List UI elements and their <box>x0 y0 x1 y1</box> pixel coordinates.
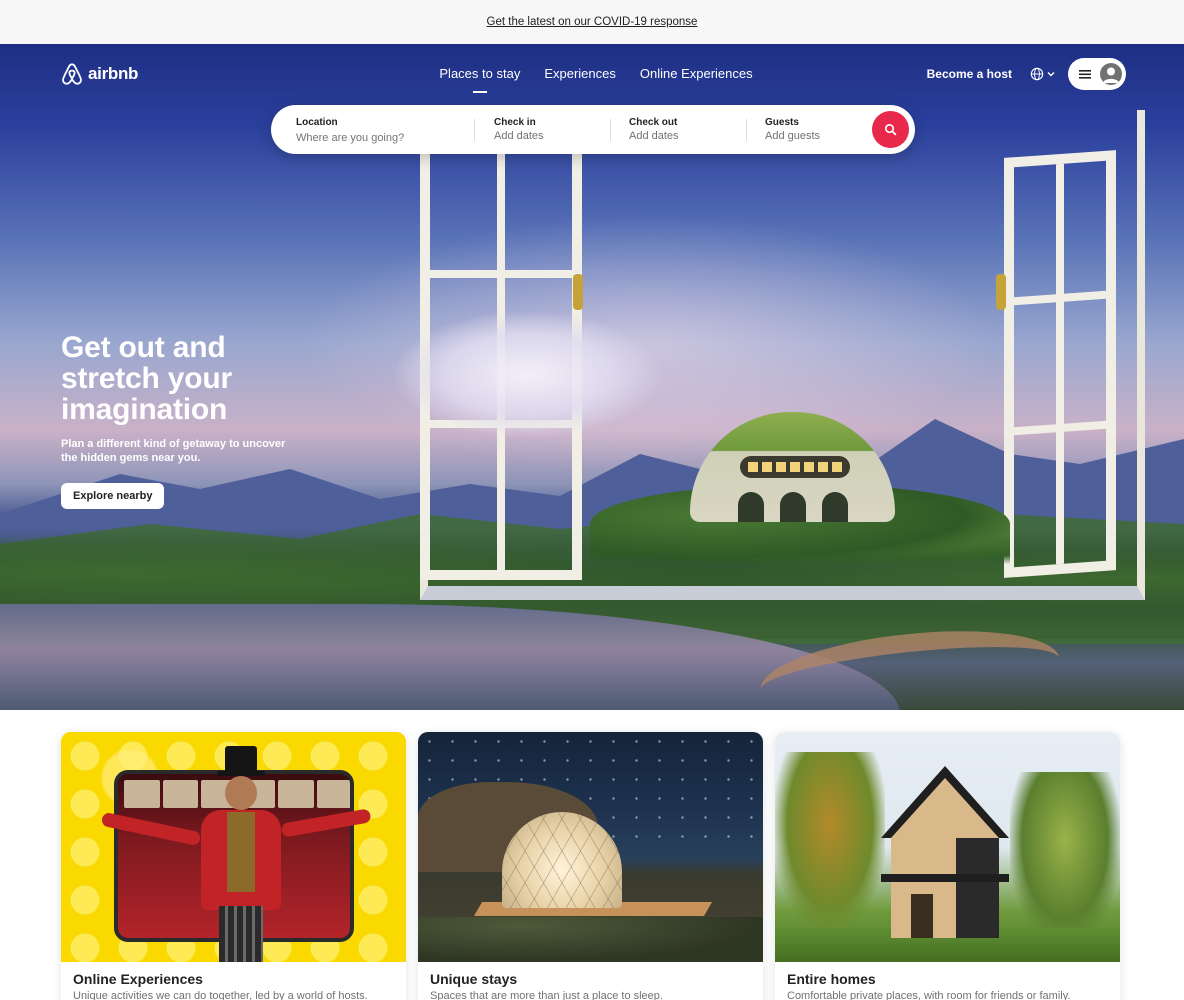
hero-title-line: Get out and <box>61 331 226 364</box>
hero-title-line: imagination <box>61 393 228 426</box>
window-handle-right <box>996 274 1006 310</box>
card-title: Entire homes <box>787 971 876 987</box>
category-cards: Online Experiences Unique activities we … <box>61 732 1123 1000</box>
check-out-field[interactable]: Check out Add dates <box>629 105 744 154</box>
search-bar: Location Check in Add dates Check out Ad… <box>271 105 915 154</box>
explore-nearby-button[interactable]: Explore nearby <box>61 483 165 509</box>
entire-homes-image <box>775 732 1120 962</box>
guests-field[interactable]: Guests Add guests <box>765 105 865 154</box>
globe-icon <box>1030 67 1044 81</box>
hero-copy: Get out and stretch your imagination Pla… <box>61 332 321 509</box>
guests-label: Guests <box>765 117 799 128</box>
card-title: Online Experiences <box>73 971 203 987</box>
search-divider <box>610 119 611 141</box>
card-online-experiences[interactable]: Online Experiences Unique activities we … <box>61 732 406 1000</box>
hero-cloud <box>395 312 660 437</box>
search-divider <box>474 119 475 141</box>
check-in-placeholder: Add dates <box>494 130 544 142</box>
card-entire-homes[interactable]: Entire homes Comfortable private places,… <box>775 732 1120 1000</box>
card-unique-stays[interactable]: Unique stays Spaces that are more than j… <box>418 732 763 1000</box>
cabin-house <box>881 766 1009 938</box>
user-avatar-icon <box>1100 63 1122 85</box>
card-subtitle: Unique activities we can do together, le… <box>73 990 368 1000</box>
location-field[interactable]: Location <box>296 105 476 154</box>
online-experiences-image <box>61 732 406 962</box>
covid-banner: Get the latest on our COVID-19 response <box>0 0 1184 44</box>
check-in-field[interactable]: Check in Add dates <box>494 105 609 154</box>
guests-placeholder: Add guests <box>765 130 821 142</box>
card-title: Unique stays <box>430 971 518 987</box>
card-subtitle: Comfortable private places, with room fo… <box>787 990 1071 1000</box>
top-nav: airbnb Places to stay Experiences Online… <box>0 44 1184 106</box>
tab-experiences[interactable]: Experiences <box>544 66 616 81</box>
window-handle-left <box>573 274 583 310</box>
window-pane-right <box>1004 150 1116 578</box>
check-out-placeholder: Add dates <box>629 130 679 142</box>
ringmaster-figure <box>191 746 291 962</box>
become-host-link[interactable]: Become a host <box>927 67 1012 81</box>
check-out-label: Check out <box>629 117 678 128</box>
hero-subtitle: Plan a different kind of getaway to unco… <box>61 438 286 464</box>
search-icon <box>884 123 897 136</box>
hero-section: airbnb Places to stay Experiences Online… <box>0 44 1184 710</box>
tab-places-to-stay[interactable]: Places to stay <box>439 66 520 81</box>
card-subtitle: Spaces that are more than just a place t… <box>430 990 663 1000</box>
unique-stays-image <box>418 732 763 962</box>
search-divider <box>746 119 747 141</box>
chevron-down-icon <box>1047 72 1055 77</box>
search-button[interactable] <box>872 111 909 148</box>
check-in-label: Check in <box>494 117 536 128</box>
profile-menu-button[interactable] <box>1068 58 1126 90</box>
covid-response-link[interactable]: Get the latest on our COVID-19 response <box>487 16 698 28</box>
location-label: Location <box>296 117 338 128</box>
location-input[interactable] <box>296 132 456 144</box>
tab-online-experiences[interactable]: Online Experiences <box>640 66 753 81</box>
user-nav: Become a host <box>927 58 1126 90</box>
hamburger-icon <box>1079 70 1091 79</box>
language-button[interactable] <box>1030 67 1056 81</box>
hero-title: Get out and stretch your imagination <box>61 332 321 425</box>
hero-title-line: stretch your <box>61 362 232 395</box>
